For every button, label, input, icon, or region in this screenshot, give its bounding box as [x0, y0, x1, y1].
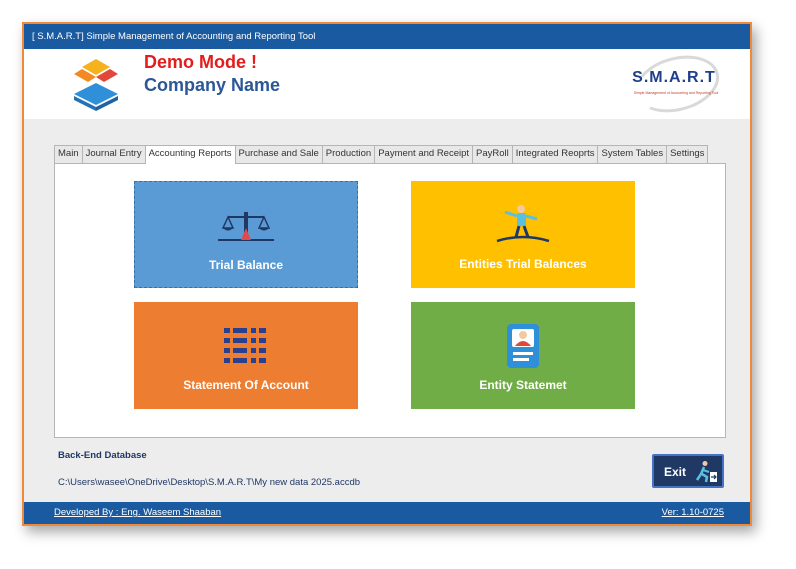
version-label: Ver: 1.10-0725: [661, 507, 724, 518]
trial-balance-label: Trial Balance: [208, 258, 284, 272]
exit-button[interactable]: Exit: [652, 454, 724, 488]
tab-journal-entry[interactable]: Journal Entry: [81, 145, 146, 163]
tab-payroll[interactable]: PayRoll: [472, 145, 513, 163]
accounting-reports-panel: Trial Balance Entities Trial Balances St…: [54, 163, 726, 438]
app-window: [ S.M.A.R.T] Simple Management of Accoun…: [22, 22, 752, 526]
entities-trial-balances-label: Entities Trial Balances: [459, 257, 587, 271]
tab-purchase-and-sale[interactable]: Purchase and Sale: [234, 145, 323, 163]
backend-database-label: Back-End Database: [58, 450, 147, 461]
developer-credit: Developed By : Eng. Waseem Shaaban: [54, 507, 222, 518]
tab-system-tables[interactable]: System Tables: [597, 145, 668, 163]
smart-logo: S.M.A.R.T Simple Management of Accountin…: [626, 46, 726, 122]
tab-integrated-reports[interactable]: Integrated Reoprts: [511, 145, 599, 163]
smart-logo-subtitle: Simple Management of Accounting and Repo…: [633, 91, 719, 95]
list-icon: [224, 328, 266, 363]
company-logo-icon: [74, 59, 118, 111]
backend-database-path: C:\Users\wasee\OneDrive\Desktop\S.M.A.R.…: [58, 477, 361, 488]
statement-of-account-button[interactable]: Statement Of Account: [134, 302, 358, 409]
smart-logo-text: S.M.A.R.T: [632, 69, 716, 86]
entity-statement-label: Entity Statemet: [479, 378, 567, 392]
scales-icon: [218, 212, 274, 241]
statement-of-account-label: Statement Of Account: [183, 378, 309, 392]
trial-balance-button[interactable]: Trial Balance: [134, 181, 358, 288]
tab-settings[interactable]: Settings: [666, 145, 709, 163]
exit-label: Exit: [664, 465, 687, 479]
tab-accounting-reports[interactable]: Accounting Reports: [144, 145, 236, 164]
tab-bar: Main Journal Entry Accounting Reports Pu…: [54, 145, 709, 164]
id-card-icon: [507, 324, 539, 368]
tab-payment-and-receipt[interactable]: Payment and Receipt: [374, 145, 474, 163]
tab-production[interactable]: Production: [321, 145, 376, 163]
tab-main[interactable]: Main: [54, 145, 83, 163]
entities-trial-balances-button[interactable]: Entities Trial Balances: [411, 181, 635, 288]
company-name: Company Name: [144, 75, 281, 95]
demo-mode-label: Demo Mode !: [144, 52, 258, 72]
status-footer: Developed By : Eng. Waseem Shaaban Ver: …: [24, 502, 750, 524]
window-title: [ S.M.A.R.T] Simple Management of Accoun…: [24, 24, 750, 49]
running-exit-icon: [695, 461, 717, 483]
balance-person-icon: [496, 205, 550, 243]
header: Demo Mode ! Company Name S.M.A.R.T Simpl…: [24, 46, 750, 122]
entity-statement-button[interactable]: Entity Statemet: [411, 302, 635, 409]
